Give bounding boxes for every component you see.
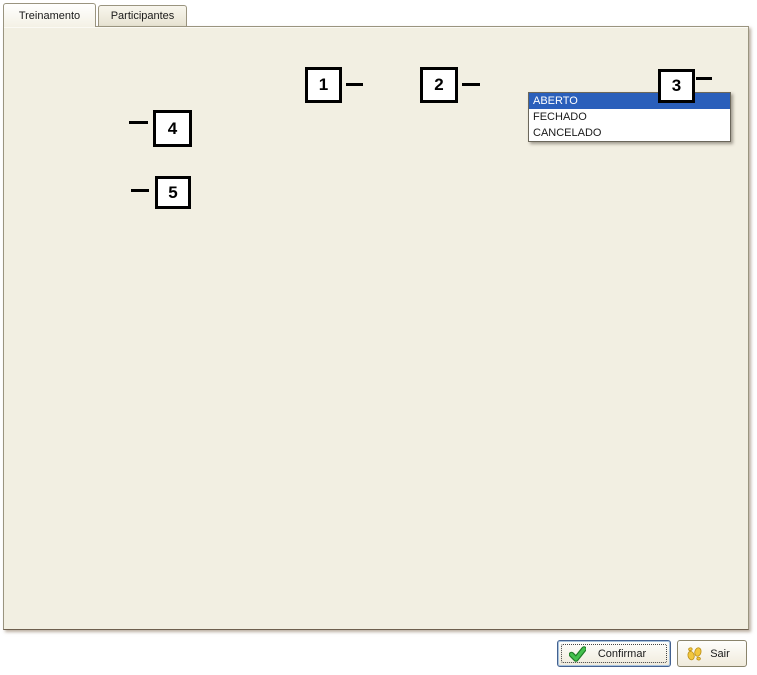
- tab-participantes-label: Participantes: [111, 10, 175, 22]
- sair-button[interactable]: Sair: [677, 640, 747, 667]
- callout-4-dash: [129, 121, 148, 124]
- tab-treinamento-label: Treinamento: [19, 10, 80, 22]
- callout-1: 1: [305, 67, 342, 103]
- dropdown-option-fechado[interactable]: FECHADO: [529, 109, 730, 125]
- footprints-icon: [686, 646, 703, 662]
- situacao-dropdown-list: ABERTO FECHADO CANCELADO: [528, 92, 731, 142]
- confirmar-button[interactable]: Confirmar: [557, 640, 671, 667]
- checkmark-icon: [569, 646, 586, 662]
- callout-5: 5: [155, 176, 191, 209]
- callout-1-dash: [346, 83, 363, 86]
- app-window: Treinamento Participantes Dados Código D…: [0, 0, 757, 675]
- callout-4: 4: [153, 110, 192, 147]
- dropdown-option-cancelado[interactable]: CANCELADO: [529, 125, 730, 141]
- callout-3: 3: [658, 69, 695, 103]
- callout-5-dash: [131, 189, 149, 192]
- dropdown-option-aberto[interactable]: ABERTO: [529, 93, 730, 109]
- callout-2-dash: [462, 83, 480, 86]
- callout-3-dash: [696, 77, 712, 80]
- callout-2: 2: [420, 67, 458, 103]
- tab-participantes[interactable]: Participantes: [98, 5, 187, 26]
- tab-treinamento[interactable]: Treinamento: [3, 3, 96, 27]
